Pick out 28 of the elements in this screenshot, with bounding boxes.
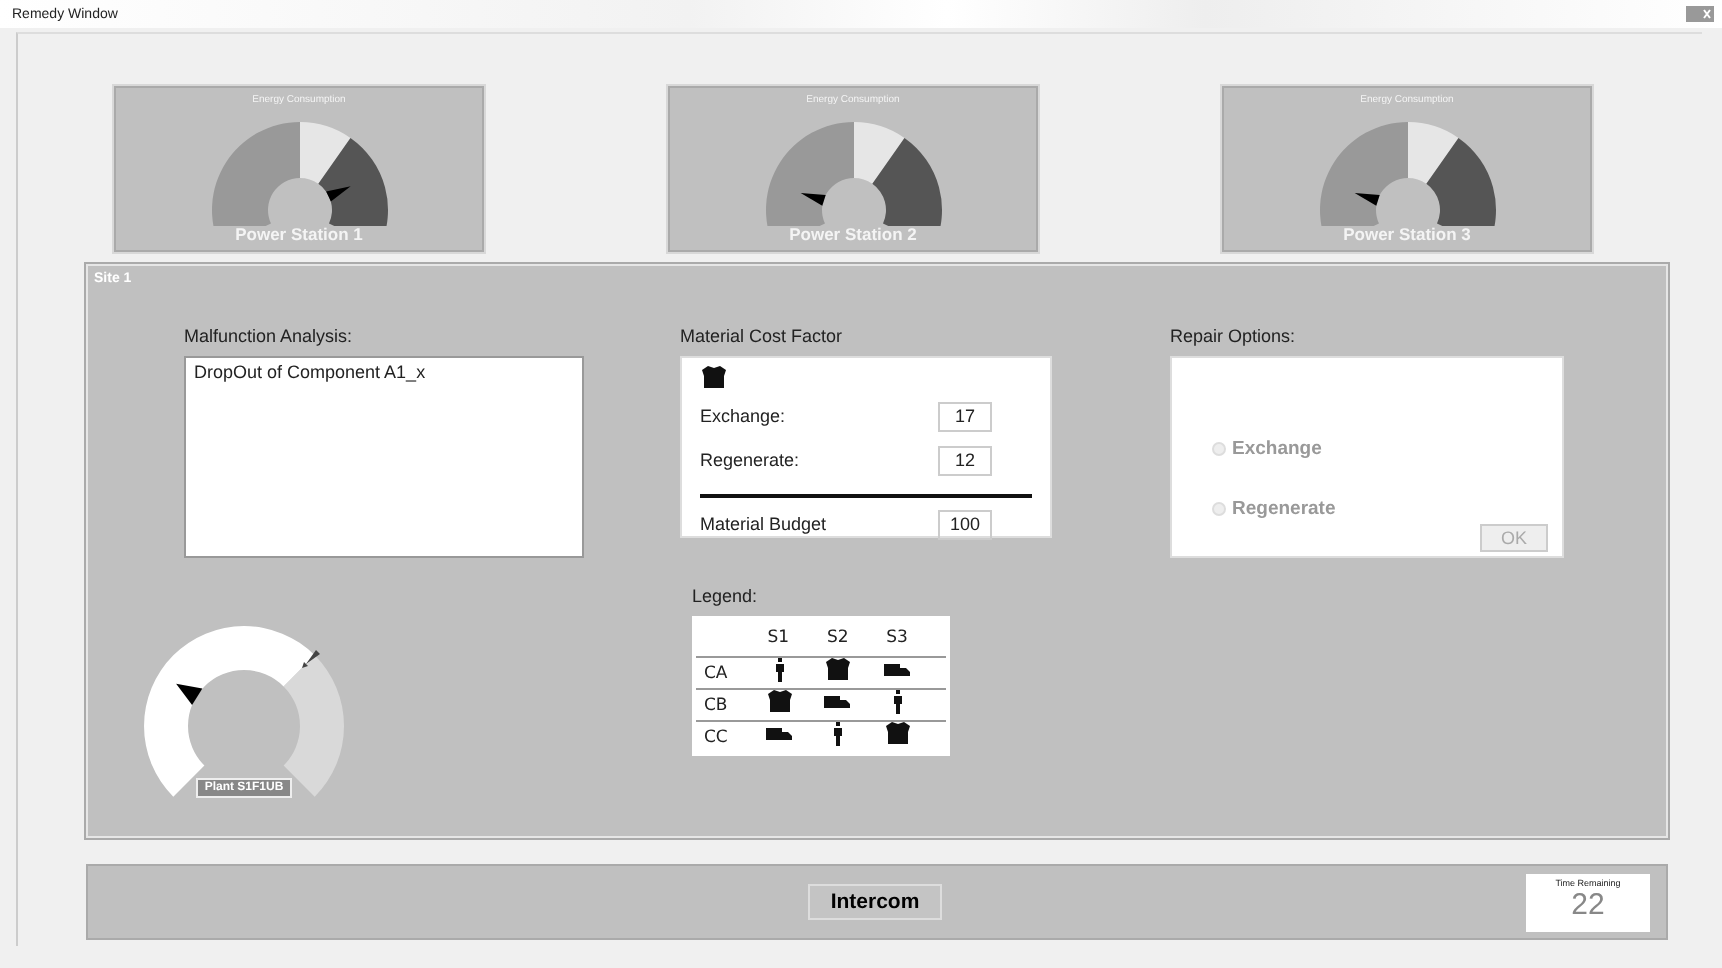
budget-value-field: 100 [938,509,992,539]
row-header: CB [694,689,766,721]
option-label: Regenerate [1232,497,1336,519]
legend-label: Legend: [692,586,760,608]
column-header: S2 [824,618,885,657]
budget-label: Material Budget [700,514,827,534]
truck-icon [765,722,794,746]
column-header: S1 [765,618,825,657]
section-label: Malfunction Analysis: [184,326,355,348]
row-header: CA [694,657,766,689]
section-label: Material Cost Factor [680,326,845,348]
truck-icon [884,658,913,682]
truck-icon [824,690,853,714]
cost-value-field: 12 [938,445,992,475]
option-label: Exchange [1232,437,1322,459]
box-icon [765,690,794,714]
box-icon [700,366,728,390]
cost-value-field: 17 [938,401,992,431]
box-icon [824,658,853,682]
analysis-text-box: DropOut of Component A1_x [184,356,584,558]
box-icon [884,722,913,746]
section-label: Repair Options: [1170,326,1298,348]
cost-label: Exchange: [700,406,786,426]
close-icon [1686,6,1714,22]
intercom-button[interactable]: Intercom [808,884,942,920]
column-header: S3 [884,618,948,657]
cost-label: Regenerate: [700,450,800,470]
timer-value: 22 [1571,887,1605,921]
